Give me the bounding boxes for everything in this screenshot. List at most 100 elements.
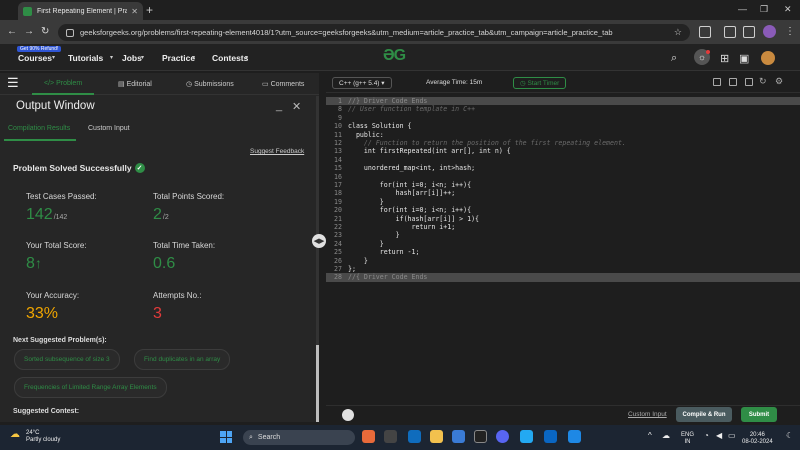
- notifications-icon[interactable]: ⊞: [720, 52, 729, 65]
- volume-icon[interactable]: ◀: [716, 431, 722, 440]
- tab-problem[interactable]: </> Problem: [44, 80, 82, 87]
- app-icon[interactable]: [474, 430, 487, 443]
- wifi-icon[interactable]: ◔: [704, 431, 709, 440]
- extensions-icon[interactable]: [699, 26, 711, 38]
- code-text: // Function to return the position of th…: [348, 139, 626, 147]
- reset-icon[interactable]: ↻: [759, 76, 767, 87]
- scrollbar-thumb[interactable]: [316, 345, 319, 422]
- widgets-icon[interactable]: [362, 430, 375, 443]
- code-line[interactable]: 10 class Solution {: [326, 122, 800, 130]
- code-line[interactable]: 18 hash[arr[i]]++;: [326, 189, 800, 197]
- sidebar-icon[interactable]: [743, 26, 755, 38]
- code-line[interactable]: 1 //} Driver Code Ends: [326, 97, 800, 106]
- refund-badge[interactable]: Get 90% Refund!: [17, 46, 62, 52]
- profile-avatar[interactable]: [763, 25, 776, 38]
- search-icon[interactable]: ⌕: [671, 52, 677, 65]
- tab-submissions[interactable]: ◷ Submissions: [186, 80, 234, 88]
- code-line[interactable]: 20 for(int i=0; i<n; i++){: [326, 206, 800, 214]
- nav-courses[interactable]: Courses: [18, 53, 52, 63]
- weather-widget[interactable]: 24°C Partly cloudy: [26, 430, 60, 444]
- site-info-icon[interactable]: [66, 28, 74, 37]
- code-line[interactable]: 9: [326, 114, 800, 122]
- discord-icon[interactable]: [496, 430, 509, 443]
- tab-compilation-results[interactable]: Compilation Results: [8, 125, 70, 132]
- file-explorer-icon[interactable]: [430, 430, 443, 443]
- code-line[interactable]: 8 // User function template in C++: [326, 105, 800, 113]
- reading-list-icon[interactable]: [724, 26, 736, 38]
- nav-contests[interactable]: Contests: [212, 53, 248, 63]
- tray-chevron-icon[interactable]: ^: [648, 431, 652, 440]
- code-line[interactable]: 23 }: [326, 231, 800, 239]
- notification-center-icon[interactable]: ☾: [786, 431, 793, 440]
- back-icon[interactable]: ←: [7, 26, 17, 37]
- vscode-icon[interactable]: [520, 430, 533, 443]
- code-line[interactable]: 12 // Function to return the position of…: [326, 139, 800, 147]
- clock[interactable]: 20:46 08-02-2024: [742, 432, 773, 446]
- code-editor[interactable]: 1 //} Driver Code Ends 8 // User function t…: [326, 95, 800, 405]
- maximize-icon[interactable]: ❐: [760, 4, 768, 15]
- nav-practice[interactable]: Practice: [162, 53, 195, 63]
- code-line[interactable]: 26 }: [326, 257, 800, 265]
- start-timer-button[interactable]: ◷ Start Timer: [513, 77, 567, 89]
- minimize-icon[interactable]: —: [738, 4, 747, 14]
- reload-icon[interactable]: ↻: [41, 26, 49, 37]
- browser-menu-icon[interactable]: ⋮: [785, 26, 795, 37]
- download-icon[interactable]: [729, 78, 737, 86]
- new-tab-icon[interactable]: +: [146, 3, 153, 17]
- code-line[interactable]: 17 for(int i=0; i<n; i++){: [326, 181, 800, 189]
- code-line[interactable]: 27};: [326, 265, 800, 273]
- code-line[interactable]: 24 }: [326, 240, 800, 248]
- user-avatar[interactable]: [761, 51, 775, 65]
- teams-icon[interactable]: [408, 430, 421, 443]
- settings-icon[interactable]: ⚙: [775, 76, 783, 87]
- code-line[interactable]: 13 int firstRepeated(int arr[], int n) {: [326, 147, 800, 155]
- copy-icon[interactable]: [713, 78, 721, 86]
- task-view-icon[interactable]: [384, 430, 397, 443]
- code-line[interactable]: 25 return -1;: [326, 248, 800, 256]
- nav-tutorials[interactable]: Tutorials: [68, 53, 103, 63]
- upload-icon[interactable]: [745, 78, 753, 86]
- close-window-icon[interactable]: ✕: [784, 4, 792, 15]
- app2-icon[interactable]: [568, 430, 581, 443]
- suggested-problem-chip[interactable]: Find duplicates in an array: [134, 349, 231, 370]
- tab-custom-input[interactable]: Custom Input: [88, 125, 130, 132]
- contest-icon[interactable]: ▣: [739, 52, 749, 65]
- hint-bulb-icon[interactable]: [342, 409, 354, 421]
- taskbar-search[interactable]: ⌕ Search: [243, 430, 355, 445]
- menu-icon[interactable]: ☰: [7, 75, 19, 91]
- suggested-problem-chip[interactable]: Sorted subsequence of size 3: [14, 349, 120, 370]
- language-indicator[interactable]: ENG IN: [681, 432, 694, 446]
- nav-jobs[interactable]: Jobs: [122, 53, 142, 63]
- code-line[interactable]: 14: [326, 156, 800, 164]
- suggest-feedback-link[interactable]: Suggest Feedback: [250, 148, 304, 155]
- code-line[interactable]: 15 unordered_map<int, int>hash;: [326, 164, 800, 172]
- panel-resize-handle[interactable]: ◀▶: [312, 234, 326, 248]
- suggested-problem-chip[interactable]: Frequencies of Limited Range Array Eleme…: [14, 377, 167, 398]
- custom-input-link[interactable]: Custom Input: [628, 411, 667, 418]
- linkedin-icon[interactable]: [544, 430, 557, 443]
- forward-icon[interactable]: →: [24, 26, 34, 37]
- code-line[interactable]: 22 return i+1;: [326, 223, 800, 231]
- windows-start-icon[interactable]: [220, 431, 232, 443]
- code-line[interactable]: 11 public:: [326, 131, 800, 139]
- tab-editorial[interactable]: ▤ Editorial: [118, 80, 152, 88]
- bookmark-star-icon[interactable]: ☆: [674, 27, 682, 38]
- compile-run-button[interactable]: Compile & Run: [676, 407, 732, 422]
- code-line[interactable]: 16: [326, 173, 800, 181]
- code-line[interactable]: 28 //{ Driver Code Ends: [326, 273, 800, 282]
- code-line[interactable]: 21 if(hash[arr[i]] > 1){: [326, 215, 800, 223]
- code-line[interactable]: 19 }: [326, 198, 800, 206]
- battery-icon[interactable]: ▭: [728, 431, 736, 440]
- close-panel-icon[interactable]: ✕: [292, 100, 301, 113]
- submit-button[interactable]: Submit: [741, 407, 777, 422]
- address-bar[interactable]: geeksforgeeks.org/problems/first-repeati…: [58, 24, 690, 41]
- language-select[interactable]: C++ (g++ 5.4) ▾: [332, 77, 392, 89]
- gfg-logo-icon[interactable]: ƏG: [383, 47, 406, 65]
- minimize-panel-icon[interactable]: _: [276, 100, 282, 112]
- onedrive-icon[interactable]: ☁: [662, 431, 670, 440]
- tab-comments[interactable]: ▭ Comments: [262, 80, 304, 88]
- browser-tab[interactable]: First Repeating Element | Practice ✕: [18, 2, 143, 20]
- store-icon[interactable]: [452, 430, 465, 443]
- close-tab-icon[interactable]: ✕: [131, 7, 138, 16]
- line-number: 13: [334, 147, 342, 156]
